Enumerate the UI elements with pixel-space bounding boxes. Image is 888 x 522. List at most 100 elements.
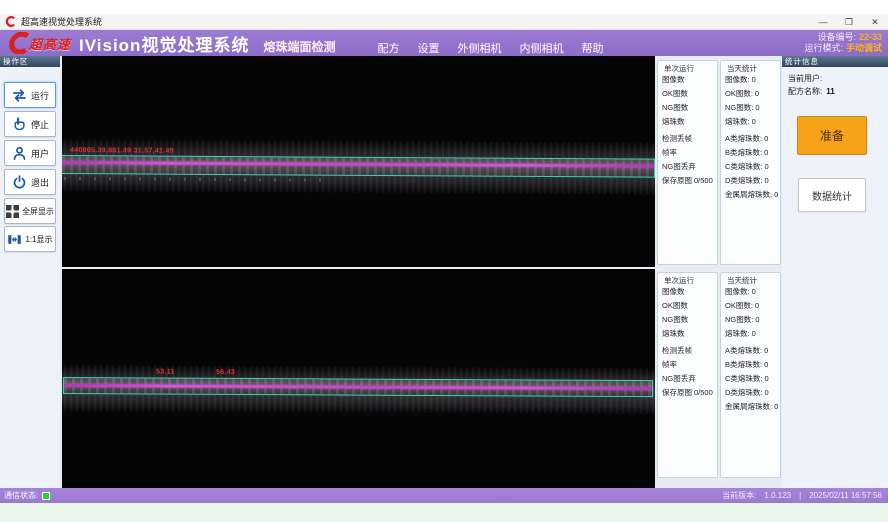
page-title: IVision视觉处理系统 [79,31,249,56]
stat-label: B类熔珠数: [725,148,762,157]
stat-label: 熔珠数: [725,329,750,338]
app-window: 超高速视觉处理系统 — ❐ ✕ 超高速 IVision视觉处理系统 熔珠端面检测… [0,0,888,522]
brand-logo: 超高速 [6,32,71,54]
stat-label: NG图数 [662,103,688,112]
stat-row: 图像数 [662,73,716,87]
stat-row: NG图丢弃 [662,372,716,386]
stat-label: 熔珠数: [725,117,750,126]
stat-label: 图像数: [725,75,750,84]
power-icon [11,174,28,191]
run-mode-label: 运行模式: [804,43,843,53]
recipe-name-label: 配方名称: [788,87,822,96]
stat-label: C类熔珠数: [725,162,763,171]
stop-hand-icon [11,116,28,133]
detection-box [62,155,655,178]
app-header: 超高速 IVision视觉处理系统 熔珠端面检测 配方 设置 外侧相机 内侧相机… [0,30,888,56]
current-user-row: 当前用户: [788,72,888,85]
stat-row: OK图数 [662,87,716,101]
sidebar-title: 操作区 [0,56,60,67]
stat-value: 0 [774,190,778,199]
prepare-button[interactable]: 准备 [797,116,867,155]
stats-panel-bottom: 单次运行 图像数 OK图数 NG图数 熔珠数 检测丢帧 帧率 NG图丢弃 保存原… [657,272,781,478]
stat-row: NG图数 [662,101,716,115]
user-button[interactable]: 用户 [4,140,56,166]
stat-label: NG图丢弃 [662,162,696,171]
stat-row: OK图数:0 [725,87,779,101]
window-titlebar: 超高速视觉处理系统 — ❐ ✕ [0,14,888,30]
stat-row: A类熔珠数:0 [725,344,779,358]
stat-value: 0/500 [694,176,713,185]
stat-label: 图像数 [662,75,685,84]
data-statistics-button[interactable]: 数据统计 [798,178,866,212]
run-button[interactable]: 运行 [4,82,56,108]
info-panel-title: 统计信息 [782,56,888,67]
stop-button-label: 停止 [31,118,49,131]
menu-item-inner-camera[interactable]: 内侧相机 [519,40,563,56]
device-id-label: 设备编号: [817,32,856,42]
stat-row: 帧率 [662,358,716,372]
stat-row: 帧率 [662,146,716,160]
menu-item-settings[interactable]: 设置 [417,40,439,56]
stat-label: 金属屑熔珠数: [725,402,772,411]
stat-label: 检测丢帧 [662,346,692,355]
stat-value: 0 [755,301,759,310]
stat-value: 0/500 [694,388,713,397]
stat-value: 0 [765,162,769,171]
maximize-icon[interactable]: ❐ [836,14,862,30]
one-to-one-button[interactable]: 1:1显示 [4,226,56,252]
version-label: 当前版本: [722,490,756,501]
stat-value: 0 [752,287,756,296]
stat-value: 0 [765,374,769,383]
stat-label: 熔珠数 [662,329,685,338]
menu-item-help[interactable]: 帮助 [581,40,603,56]
main-menu: 配方 设置 外侧相机 内侧相机 帮助 [377,40,603,56]
stat-label: NG图丢弃 [662,374,696,383]
stat-row: NG图丢弃 [662,160,716,174]
stat-value: 0 [765,176,769,185]
stop-button[interactable]: 停止 [4,111,56,137]
camera-viewport-top: 440805.39,881.49 31.57,41.49 [62,56,655,267]
stat-row: OK图数 [662,299,716,313]
stat-row: D类熔珠数:0 [725,174,779,188]
stat-label: 熔珠数 [662,117,685,126]
stat-label: A类熔珠数: [725,346,762,355]
stat-row: B类熔珠数:0 [725,146,779,160]
stat-label: OK图数: [725,89,753,98]
single-run-groupbox: 单次运行 图像数 OK图数 NG图数 熔珠数 检测丢帧 帧率 NG图丢弃 保存原… [657,272,718,478]
recipe-name-value: 11 [826,87,834,96]
stat-value: 0 [765,388,769,397]
menu-item-outer-camera[interactable]: 外侧相机 [457,40,501,56]
status-separator: | [799,491,801,500]
user-icon [11,145,28,162]
material-strip: 53.11 56.43 [62,365,655,414]
stat-row: NG图数:0 [725,101,779,115]
stat-label: D类熔珠数: [725,388,763,397]
measurement-annotation: 440805.39,881.49 31.57,41.49 [70,147,174,155]
window-title: 超高速视觉处理系统 [21,15,102,28]
close-icon[interactable]: ✕ [862,14,888,30]
version-info: 当前版本: 1.0.123 | 2025/02/11 16:57:56 [722,490,882,501]
current-user-label: 当前用户: [788,74,822,83]
stat-label: NG图数: [725,103,753,112]
stat-row: NG图数 [662,313,716,327]
brand-logo-text: 超高速 [29,34,71,53]
stat-row: OK图数:0 [725,299,779,313]
stat-label: 保存原图 [662,388,692,397]
device-info: 设备编号:22-33 运行模式:手动调试 [804,32,882,54]
stat-label: NG图数 [662,315,688,324]
app-logo-icon [5,16,16,27]
stat-row: C类熔珠数:0 [725,160,779,174]
device-id-value: 22-33 [859,32,882,42]
operations-sidebar: 操作区 运行 停止 [0,56,60,488]
minimize-icon[interactable]: — [810,14,836,30]
page-subtitle: 熔珠端面检测 [263,38,335,55]
stat-label: B类熔珠数: [725,360,762,369]
stat-label: OK图数 [662,89,688,98]
stat-row: 金属屑熔珠数:0 [725,400,779,414]
desktop-margin-bottom [0,503,888,522]
exit-button[interactable]: 退出 [4,169,56,195]
stat-row: 图像数 [662,285,716,299]
run-loop-icon [11,87,28,104]
fullscreen-button[interactable]: 全屏显示 [4,198,56,224]
menu-item-recipe[interactable]: 配方 [377,40,399,56]
